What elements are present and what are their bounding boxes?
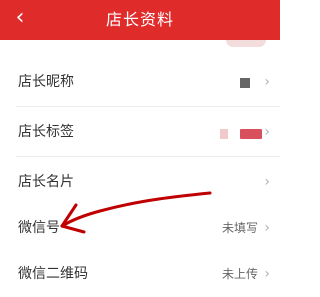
row-wechat-qrcode[interactable]: 微信二维码 未上传 › — [0, 249, 280, 297]
row-value: 未填写 — [221, 221, 258, 235]
row-business-card[interactable]: 店长名片 › — [0, 157, 280, 207]
row-nickname[interactable]: 店长昵称 › — [0, 57, 280, 107]
chevron-right-icon: › — [264, 174, 270, 190]
row-label: 店长名片 — [18, 174, 74, 190]
row-label: 微信二维码 — [18, 266, 88, 282]
row-value: 未上传 — [221, 267, 258, 281]
row-label: 店长标签 — [18, 124, 74, 140]
page-title: 店长资料 — [105, 10, 174, 29]
avatar[interactable] — [226, 40, 266, 47]
chevron-right-icon: › — [264, 74, 270, 90]
nickname-value-icon — [240, 78, 250, 88]
chevron-right-icon: › — [264, 124, 270, 140]
tag-badge — [240, 129, 262, 139]
row-label: 店长昵称 — [18, 74, 74, 90]
header: ‹ 店长资料 — [0, 0, 280, 40]
row-tags[interactable]: 店长标签 › — [0, 107, 280, 157]
tag-badge — [220, 129, 228, 139]
row-label: 微信号 — [18, 220, 60, 236]
row-wechat-id[interactable]: 微信号 未填写 › — [0, 203, 280, 253]
chevron-right-icon: › — [264, 266, 270, 282]
chevron-right-icon: › — [264, 220, 270, 236]
